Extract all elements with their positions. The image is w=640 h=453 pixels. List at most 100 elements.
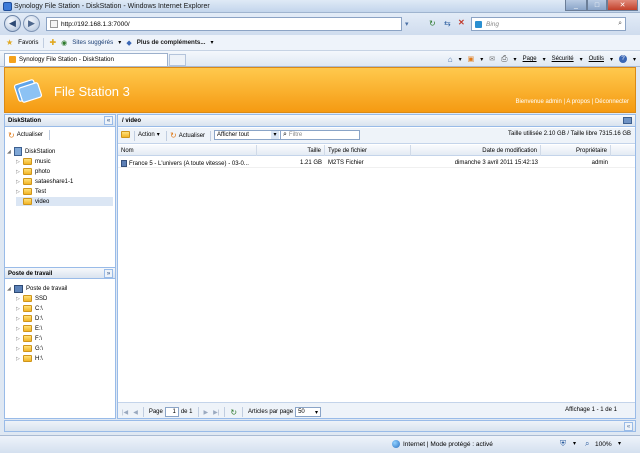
tree-collapsed-icon[interactable]: ▷ bbox=[16, 179, 23, 185]
per-page-select[interactable]: 50 ▾ bbox=[295, 407, 322, 417]
column-header-owner[interactable]: Propriétaire bbox=[541, 145, 611, 156]
chevron-down-icon[interactable]: ▾ bbox=[618, 440, 621, 447]
address-field[interactable]: http://192.168.1.3:7000/ bbox=[46, 17, 402, 31]
tree-node-music[interactable]: ▷ music bbox=[16, 157, 51, 166]
tree-node-workstation[interactable]: ◢ Poste de travail bbox=[7, 284, 67, 293]
tools-menu[interactable]: Outils bbox=[589, 56, 604, 62]
file-name: France 5 - L'univers (A toute vitesse) -… bbox=[129, 161, 249, 168]
logout-link[interactable]: Déconnecter bbox=[595, 99, 629, 105]
tree-node-drive[interactable]: ▷ D:\ bbox=[16, 314, 43, 323]
about-link[interactable]: A propos bbox=[566, 99, 590, 105]
tree-collapsed-icon[interactable]: ▷ bbox=[16, 336, 23, 342]
close-button[interactable]: ✕ bbox=[607, 0, 638, 11]
chevron-down-icon[interactable]: ▾ bbox=[118, 39, 121, 46]
suggested-sites-link[interactable]: Sites suggérés bbox=[72, 39, 113, 46]
tree-node-video[interactable]: video bbox=[16, 197, 113, 206]
page-number-input[interactable]: 1 bbox=[164, 407, 179, 417]
tree-collapsed-icon[interactable]: ▷ bbox=[16, 169, 23, 175]
refresh-page-icon[interactable]: ↻ bbox=[429, 19, 436, 28]
tree-collapsed-icon[interactable]: ▷ bbox=[16, 346, 23, 352]
page-menu[interactable]: Page bbox=[523, 56, 537, 62]
zoom-icon[interactable]: ⌕ bbox=[585, 439, 589, 449]
last-page-icon[interactable]: ▶| bbox=[213, 409, 219, 416]
tree-node-drive[interactable]: ▷ E:\ bbox=[16, 324, 42, 333]
search-input[interactable]: Bing ⌕ bbox=[471, 17, 626, 31]
filter-type-select[interactable]: Afficher tout ▾ bbox=[214, 130, 281, 140]
tree-node-drive[interactable]: ▷ F:\ bbox=[16, 334, 42, 343]
mail-icon[interactable]: ✉ bbox=[489, 55, 495, 63]
add-favorite-icon[interactable]: ✚ bbox=[49, 38, 56, 47]
zoom-level[interactable]: 100% bbox=[595, 441, 612, 448]
protected-mode-icon[interactable]: ⛨ bbox=[560, 439, 566, 449]
tree-node-sataeshare[interactable]: ▷ sataeshare1-1 bbox=[16, 177, 73, 186]
new-tab-button[interactable] bbox=[169, 54, 186, 66]
more-addons-link[interactable]: Plus de compléments... bbox=[137, 39, 206, 46]
collapse-workstation-button[interactable]: » bbox=[104, 269, 113, 278]
tree-collapsed-icon[interactable]: ▷ bbox=[16, 306, 23, 312]
filter-input[interactable]: ⌕ Filtre bbox=[280, 130, 360, 140]
column-header-size[interactable]: Taille bbox=[257, 145, 325, 156]
app-title: File Station 3 bbox=[54, 84, 130, 99]
maximize-button[interactable]: □ bbox=[587, 0, 607, 11]
chevron-down-icon[interactable]: ▾ bbox=[610, 56, 613, 63]
compat-view-icon[interactable]: ▾ bbox=[405, 20, 409, 28]
stop-icon[interactable]: ✕ bbox=[458, 18, 465, 27]
chevron-down-icon[interactable]: ▾ bbox=[580, 56, 583, 63]
parent-folder-button[interactable] bbox=[121, 131, 130, 138]
search-icon[interactable]: ⌕ bbox=[618, 20, 622, 28]
chevron-down-icon[interactable]: ▾ bbox=[633, 56, 636, 63]
tree-collapsed-icon[interactable]: ▷ bbox=[16, 316, 23, 322]
tree-node-test[interactable]: ▷ Test bbox=[16, 187, 46, 196]
action-menu-button[interactable]: Action ▾ bbox=[138, 131, 160, 139]
refresh-icon[interactable]: ↻ bbox=[230, 408, 237, 417]
security-menu[interactable]: Sécurité bbox=[552, 56, 574, 62]
chevron-down-icon[interactable]: ▾ bbox=[543, 56, 546, 63]
tree-node-drive[interactable]: ▷ C:\ bbox=[16, 304, 43, 313]
chevron-down-icon[interactable]: ▾ bbox=[211, 39, 214, 46]
column-header-modified[interactable]: Date de modification bbox=[411, 145, 541, 156]
tree-collapsed-icon[interactable]: ▷ bbox=[16, 296, 23, 302]
expand-queue-button[interactable]: « bbox=[624, 422, 633, 431]
tree-collapsed-icon[interactable]: ▷ bbox=[16, 159, 23, 165]
tree-node-drive[interactable]: ▷ G:\ bbox=[16, 344, 43, 353]
refresh-list-button[interactable]: ↻ Actualiser bbox=[170, 131, 205, 140]
tree-collapsed-icon[interactable]: ▷ bbox=[16, 326, 23, 332]
tree-expanded-icon[interactable]: ◢ bbox=[7, 149, 14, 155]
chevron-down-icon[interactable]: ▾ bbox=[480, 56, 483, 63]
tree-node-drive[interactable]: ▷ H:\ bbox=[16, 354, 43, 363]
chevron-down-icon[interactable]: ▾ bbox=[271, 131, 279, 139]
tree-node-diskstation[interactable]: ◢ DiskStation bbox=[7, 147, 55, 156]
tree-expanded-icon[interactable]: ◢ bbox=[7, 286, 14, 292]
column-header-name[interactable]: Nom bbox=[118, 145, 257, 156]
back-button[interactable]: ◀ bbox=[4, 15, 21, 32]
help-icon[interactable]: ? bbox=[618, 55, 627, 63]
next-page-icon[interactable]: ▶ bbox=[204, 409, 209, 416]
chevron-down-icon[interactable]: ▾ bbox=[459, 56, 462, 63]
feeds-icon[interactable]: ▣ bbox=[468, 55, 475, 63]
forward-button[interactable]: ▶ bbox=[23, 15, 40, 32]
home-icon[interactable]: ⌂ bbox=[448, 55, 453, 64]
chevron-down-icon[interactable]: ▾ bbox=[573, 440, 576, 447]
tab-file-station[interactable]: Synology File Station - DiskStation bbox=[4, 53, 168, 66]
file-row[interactable]: France 5 - L'univers (A toute vitesse) -… bbox=[118, 157, 635, 168]
column-header-type[interactable]: Type de fichier bbox=[325, 145, 411, 156]
tree-collapsed-icon[interactable]: ▷ bbox=[16, 356, 23, 362]
file-name-cell[interactable]: France 5 - L'univers (A toute vitesse) -… bbox=[118, 157, 257, 168]
view-toggle-icon[interactable] bbox=[623, 117, 632, 124]
tree-node-drive[interactable]: ▷ SSD bbox=[16, 294, 47, 303]
collapse-left-button[interactable]: « bbox=[104, 116, 113, 125]
folder-icon bbox=[23, 295, 32, 302]
tree-node-photo[interactable]: ▷ photo bbox=[16, 167, 50, 176]
command-bar: ⌂ ▾ ▣ ▾ ✉ ⎙ ▾ Page ▾ Sécurité ▾ Outils ▾ ? ▾ bbox=[448, 54, 636, 64]
favorites-button[interactable]: Favoris bbox=[18, 39, 38, 46]
favorites-star-icon[interactable]: ★ bbox=[6, 38, 13, 47]
refresh-tree-button[interactable]: ↻ Actualiser bbox=[8, 130, 51, 140]
go-icon[interactable]: ⇆ bbox=[444, 19, 451, 28]
minimize-button[interactable]: _ bbox=[565, 0, 587, 11]
folder-label: Test bbox=[35, 188, 47, 195]
chevron-down-icon[interactable]: ▾ bbox=[514, 56, 517, 63]
prev-page-icon[interactable]: ◀ bbox=[133, 409, 138, 416]
print-icon[interactable]: ⎙ bbox=[501, 54, 507, 64]
first-page-icon[interactable]: |◀ bbox=[122, 409, 128, 416]
tree-collapsed-icon[interactable]: ▷ bbox=[16, 189, 23, 195]
